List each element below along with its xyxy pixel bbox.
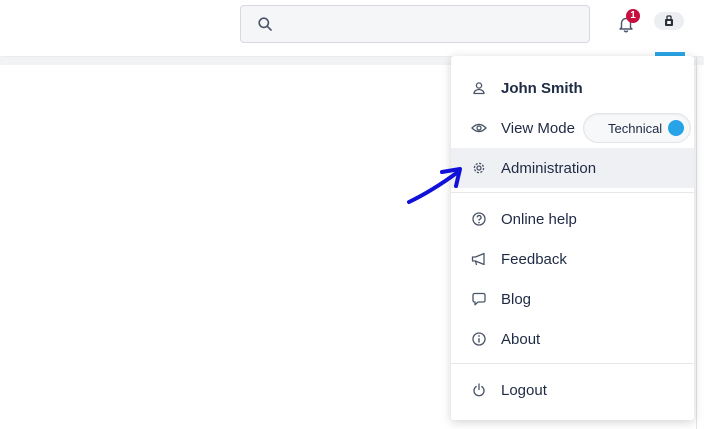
megaphone-icon	[471, 251, 487, 267]
avatar-icon	[665, 15, 673, 26]
toggle-knob	[668, 120, 684, 136]
menu-item-user[interactable]: John Smith	[451, 68, 694, 108]
menu-divider	[451, 192, 694, 193]
menu-item-label: Online help	[501, 210, 577, 228]
menu-item-label: Blog	[501, 290, 532, 308]
menu-item-administration[interactable]: Administration	[451, 148, 694, 188]
view-mode-toggle[interactable]: Technical	[583, 113, 691, 143]
view-mode-value: Technical	[608, 121, 663, 136]
menu-item-label: Feedback	[501, 250, 567, 268]
help-circle-icon	[471, 211, 487, 227]
annotation-arrow-icon	[407, 167, 462, 204]
menu-item-view-mode: View Mode Technical	[451, 108, 694, 148]
search-box[interactable]	[240, 5, 590, 43]
content-divider	[696, 57, 697, 429]
menu-divider	[451, 363, 694, 364]
power-icon	[471, 382, 487, 398]
user-dropdown-menu: John Smith View Mode Technical Administr…	[451, 56, 694, 420]
user-icon	[471, 80, 487, 96]
menu-item-online-help[interactable]: Online help	[451, 199, 694, 239]
eye-icon	[471, 120, 487, 136]
menu-item-label: Administration	[501, 159, 597, 177]
gear-icon	[471, 160, 487, 176]
menu-item-about[interactable]: About	[451, 319, 694, 359]
notification-badge: 1	[626, 9, 640, 23]
search-input[interactable]	[280, 15, 589, 33]
menu-item-feedback[interactable]: Feedback	[451, 239, 694, 279]
info-icon	[471, 331, 487, 347]
chat-bubble-icon	[471, 291, 487, 307]
user-name: John Smith	[501, 79, 583, 97]
menu-item-blog[interactable]: Blog	[451, 279, 694, 319]
view-mode-label: View Mode	[501, 119, 575, 137]
search-icon	[258, 17, 272, 31]
user-avatar-button[interactable]	[654, 12, 684, 30]
logout-label: Logout	[501, 381, 547, 399]
menu-item-label: About	[501, 330, 541, 348]
menu-item-logout[interactable]: Logout	[451, 370, 694, 410]
